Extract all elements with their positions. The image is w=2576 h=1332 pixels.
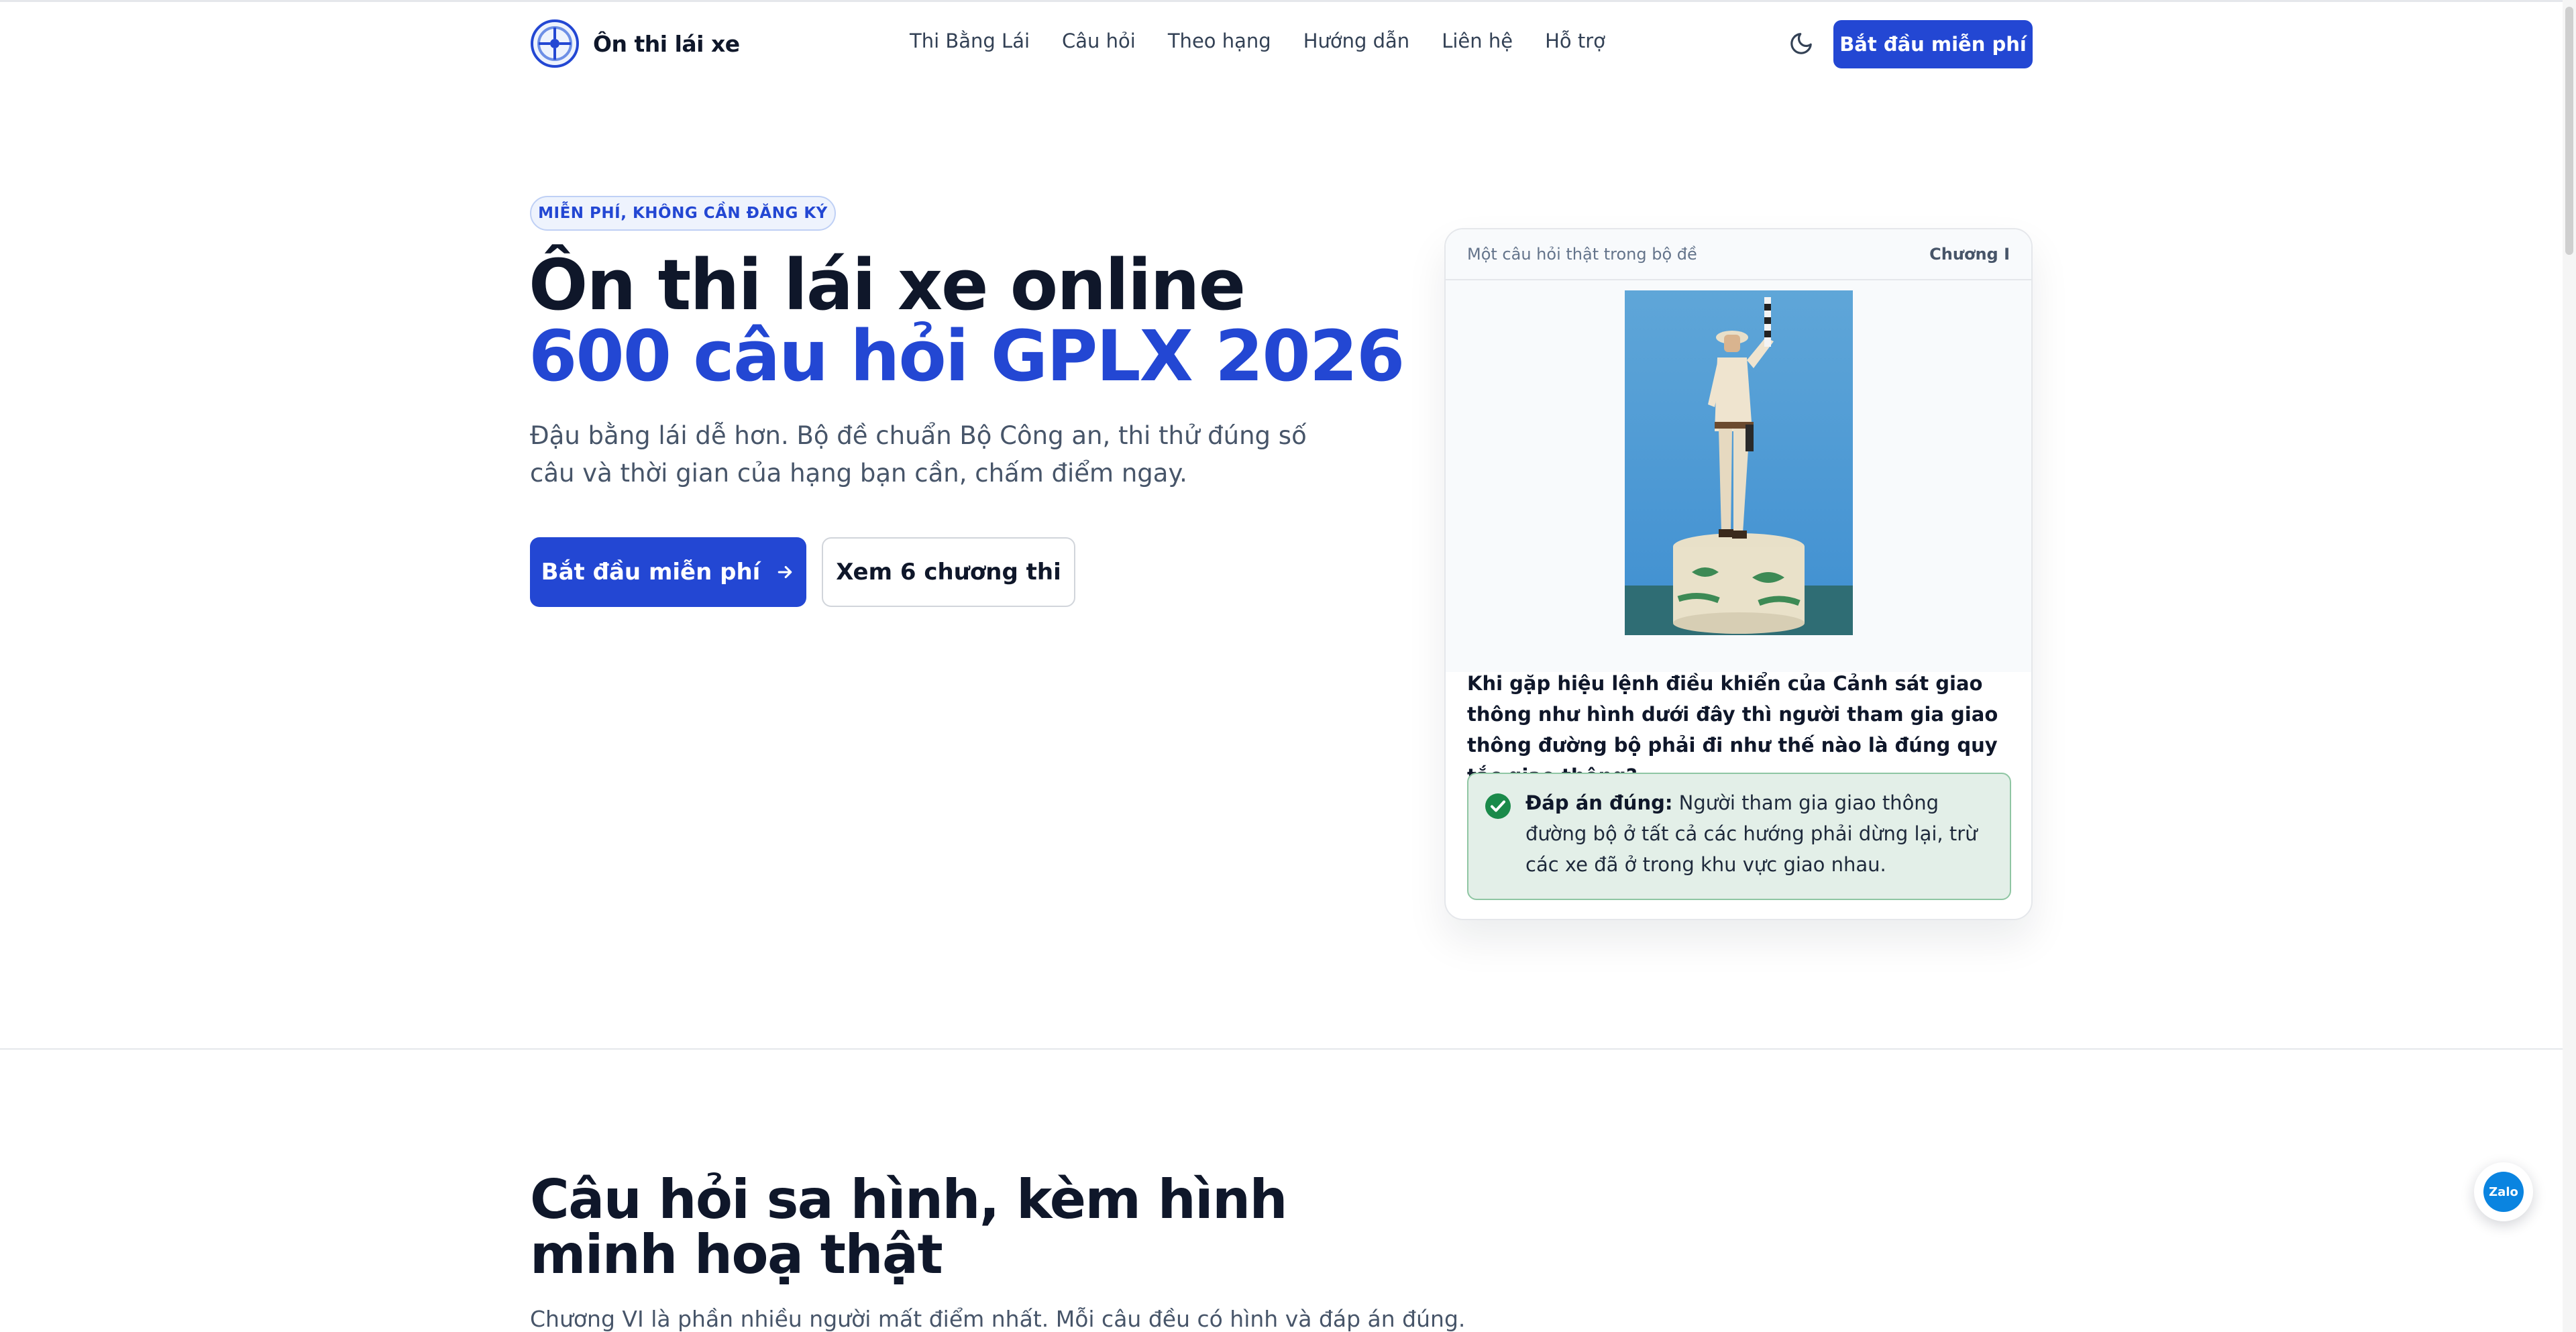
nav-item-cau-hoi[interactable]: Câu hỏi [1062, 30, 1136, 52]
hero-title: Ôn thi lái xe online [529, 244, 1246, 326]
card-note: Một câu hỏi thật trong bộ đề [1467, 245, 1697, 264]
scrollbar-thumb[interactable] [2565, 7, 2573, 255]
start-free-button[interactable]: Bắt đầu miễn phí [530, 537, 806, 607]
view-chapters-button[interactable]: Xem 6 chương thi [822, 537, 1075, 607]
card-header: Một câu hỏi thật trong bộ đề Chương I [1446, 229, 2031, 280]
card-chapter: Chương I [1929, 245, 2010, 264]
section-divider [0, 1048, 2563, 1050]
answer-label: Đáp án đúng: [1525, 791, 1673, 814]
correct-answer-box: Đáp án đúng: Người tham gia giao thông đ… [1467, 773, 2011, 900]
question-image-area [1446, 280, 2031, 672]
answer-text-block: Đáp án đúng: Người tham gia giao thông đ… [1525, 787, 1998, 880]
start-free-label: Bắt đầu miễn phí [541, 559, 761, 586]
main-nav: Thi Bằng Lái Câu hỏi Theo hạng Hướng dẫn… [910, 30, 1638, 52]
steering-wheel-icon [531, 19, 579, 68]
moon-icon [1790, 33, 1812, 54]
hero-badge: MIỄN PHÍ, KHÔNG CẦN ĐĂNG KÝ [530, 196, 836, 231]
zalo-chat-button[interactable]: Zalo [2474, 1162, 2533, 1221]
traffic-police-image [1625, 290, 1853, 635]
brand[interactable]: Ôn thi lái xe [530, 19, 740, 68]
nav-item-huong-dan[interactable]: Hướng dẫn [1303, 30, 1410, 52]
hero-subtitle: Đậu bằng lái dễ hơn. Bộ đề chuẩn Bộ Công… [530, 421, 1307, 488]
sample-question-card: Một câu hỏi thật trong bộ đề Chương I Kh… [1444, 228, 2033, 920]
section-title: Câu hỏi sa hình, kèm hình minh hoạ thật [530, 1168, 1287, 1286]
nav-item-theo-hang[interactable]: Theo hạng [1168, 30, 1271, 52]
site-header: Ôn thi lái xe Thi Bằng Lái Câu hỏi Theo … [0, 0, 2563, 87]
nav-item-thi-bang-lai[interactable]: Thi Bằng Lái [910, 30, 1030, 52]
check-circle-icon [1485, 793, 1511, 819]
section-subtitle: Chương VI là phần nhiều người mất điểm n… [530, 1306, 1466, 1332]
theme-toggle-button[interactable] [1784, 27, 1818, 60]
arrow-right-icon [778, 565, 792, 579]
nav-item-lien-he[interactable]: Liên hệ [1442, 30, 1513, 52]
brand-name: Ôn thi lái xe [593, 30, 740, 57]
hero-title-highlight: 600 câu hỏi GPLX 2026 [529, 315, 1405, 397]
zalo-icon: Zalo [2483, 1172, 2524, 1212]
nav-item-ho-tro[interactable]: Hỗ trợ [1545, 30, 1605, 52]
header-cta-button[interactable]: Bắt đầu miễn phí [1833, 20, 2033, 68]
